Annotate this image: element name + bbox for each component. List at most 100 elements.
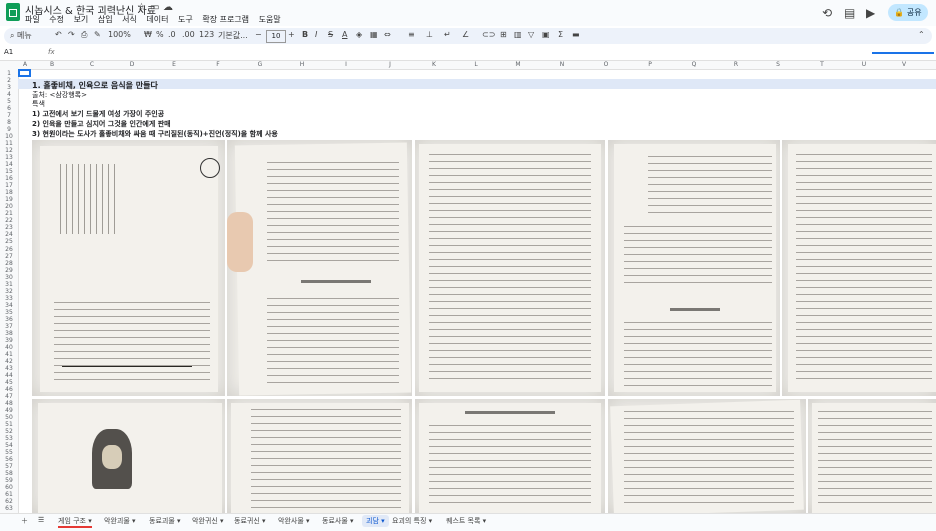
font-size-input[interactable]: 10 [266, 30, 286, 43]
row-header[interactable]: 30 [0, 274, 18, 281]
row-header[interactable]: 4 [0, 91, 18, 98]
column-header[interactable]: J [368, 61, 412, 69]
row-header[interactable]: 13 [0, 154, 18, 161]
print-icon[interactable]: ⎙ [81, 30, 87, 40]
row-header[interactable]: 56 [0, 456, 18, 463]
row-header[interactable]: 27 [0, 253, 18, 260]
sheet-tab[interactable]: 악완귀신 ▾ [192, 516, 224, 526]
column-header[interactable]: S [756, 61, 800, 69]
row-header[interactable]: 16 [0, 175, 18, 182]
search-menus-button[interactable]: ⌕ 메뉴 [10, 30, 32, 41]
tab-menu-chevron-icon[interactable]: ▾ [130, 517, 136, 525]
row-header[interactable]: 26 [0, 246, 18, 253]
sheet-tab[interactable]: 괴담 ▾ [362, 515, 389, 527]
menu-format[interactable]: 서식 [122, 15, 137, 24]
tab-menu-chevron-icon[interactable]: ▾ [480, 517, 487, 525]
font-size-increase-button[interactable]: + [288, 30, 295, 39]
zoom-select[interactable]: 100% [108, 30, 131, 39]
row-header[interactable]: 24 [0, 231, 18, 238]
tab-menu-chevron-icon[interactable]: ▾ [304, 517, 310, 525]
tab-menu-chevron-icon[interactable]: ▾ [260, 517, 266, 525]
borders-icon[interactable]: ▦ [370, 30, 378, 39]
sheet-tab[interactable]: 게임 구조 ▾ [58, 516, 92, 526]
menu-file[interactable]: 파일 [25, 15, 40, 24]
text-wrap-icon[interactable]: ↵ [444, 30, 451, 39]
column-header[interactable]: N [540, 61, 584, 69]
bold-button[interactable]: B [302, 30, 308, 39]
strikethrough-button[interactable]: S [328, 30, 333, 39]
row-header[interactable]: 20 [0, 203, 18, 210]
column-header[interactable]: H [280, 61, 324, 69]
row-header[interactable]: 25 [0, 238, 18, 245]
more-options-icon[interactable]: ▬ [572, 30, 580, 39]
text-color-button[interactable]: A [342, 30, 347, 39]
insert-comment-icon[interactable]: ⊞ [500, 30, 507, 39]
share-button[interactable]: 🔒 공유 [888, 4, 928, 21]
row-header[interactable]: 63 [0, 505, 18, 512]
paint-format-icon[interactable]: ✎ [94, 30, 101, 39]
row-header[interactable]: 23 [0, 224, 18, 231]
all-sheets-icon[interactable]: ☰ [38, 516, 44, 524]
cell-point-2[interactable]: 2) 인육을 만들고 심지어 그것을 인간에게 판매 [32, 119, 171, 129]
book-photo-2[interactable] [227, 140, 412, 396]
row-header[interactable]: 28 [0, 260, 18, 267]
row-header[interactable]: 11 [0, 140, 18, 147]
row-header[interactable]: 6 [0, 105, 18, 112]
row-header[interactable]: 19 [0, 196, 18, 203]
row-header[interactable]: 41 [0, 351, 18, 358]
book-photo-7[interactable] [227, 399, 412, 513]
name-box[interactable]: A1 [4, 48, 13, 56]
row-header[interactable]: 35 [0, 309, 18, 316]
history-icon[interactable]: ⟲ [822, 6, 832, 20]
formula-input-focus[interactable] [872, 52, 934, 54]
row-header[interactable]: 7 [0, 112, 18, 119]
tab-menu-chevron-icon[interactable]: ▾ [86, 517, 92, 525]
sheet-tab[interactable]: 요괴의 특징 ▾ [392, 516, 432, 526]
add-sheet-icon[interactable]: ＋ [21, 516, 28, 526]
row-header[interactable]: 2 [0, 77, 18, 84]
menu-tools[interactable]: 도구 [178, 15, 193, 24]
sheet-tab[interactable]: 악완사물 ▾ [278, 516, 310, 526]
column-header[interactable]: D [112, 61, 152, 69]
book-photo-5[interactable] [782, 140, 936, 396]
book-photo-8[interactable] [415, 399, 605, 513]
row-header[interactable]: 12 [0, 147, 18, 154]
row-header[interactable]: 3 [0, 84, 18, 91]
row-header[interactable]: 59 [0, 477, 18, 484]
row-header[interactable]: 50 [0, 414, 18, 421]
menu-insert[interactable]: 삽입 [98, 15, 113, 24]
column-header[interactable]: R [716, 61, 756, 69]
horizontal-align-icon[interactable]: ≡ [408, 30, 415, 39]
book-photo-10[interactable] [808, 399, 936, 513]
row-header[interactable]: 1 [0, 70, 18, 77]
column-header[interactable]: M [496, 61, 540, 69]
undo-icon[interactable]: ↶ [55, 30, 62, 39]
row-header[interactable]: 18 [0, 189, 18, 196]
row-header[interactable]: 37 [0, 323, 18, 330]
row-header[interactable]: 31 [0, 281, 18, 288]
menu-view[interactable]: 보기 [74, 15, 89, 24]
filter-views-icon[interactable]: ▣ [542, 30, 550, 39]
book-photo-1[interactable] [32, 140, 225, 396]
row-header[interactable]: 52 [0, 428, 18, 435]
font-family-select[interactable]: 기본값... [218, 30, 248, 41]
column-header[interactable]: G [240, 61, 280, 69]
row-header[interactable]: 8 [0, 119, 18, 126]
row-header[interactable]: 51 [0, 421, 18, 428]
sheet-tab[interactable]: 퀘스트 목록 ▾ [446, 516, 486, 526]
percent-format-button[interactable]: % [156, 30, 164, 39]
cell-point-3[interactable]: 3) 현원이라는 도사가 홀좋비채와 싸움 때 구리질된(동직)+진언(정직)을… [32, 129, 278, 139]
row-header[interactable]: 42 [0, 358, 18, 365]
row-header[interactable]: 29 [0, 267, 18, 274]
row-header[interactable]: 43 [0, 365, 18, 372]
menu-help[interactable]: 도움말 [259, 15, 281, 24]
menu-extensions[interactable]: 확장 프로그램 [202, 15, 249, 24]
row-header[interactable]: 33 [0, 295, 18, 302]
row-header[interactable]: 10 [0, 133, 18, 140]
book-photo-4[interactable] [608, 140, 780, 396]
column-header[interactable]: B [32, 61, 72, 69]
row-header[interactable]: 53 [0, 435, 18, 442]
row-header[interactable]: 34 [0, 302, 18, 309]
column-header[interactable]: I [324, 61, 368, 69]
cell-point-1[interactable]: 1) 고전에서 보기 드물게 여성 가장이 주인공 [32, 109, 164, 119]
